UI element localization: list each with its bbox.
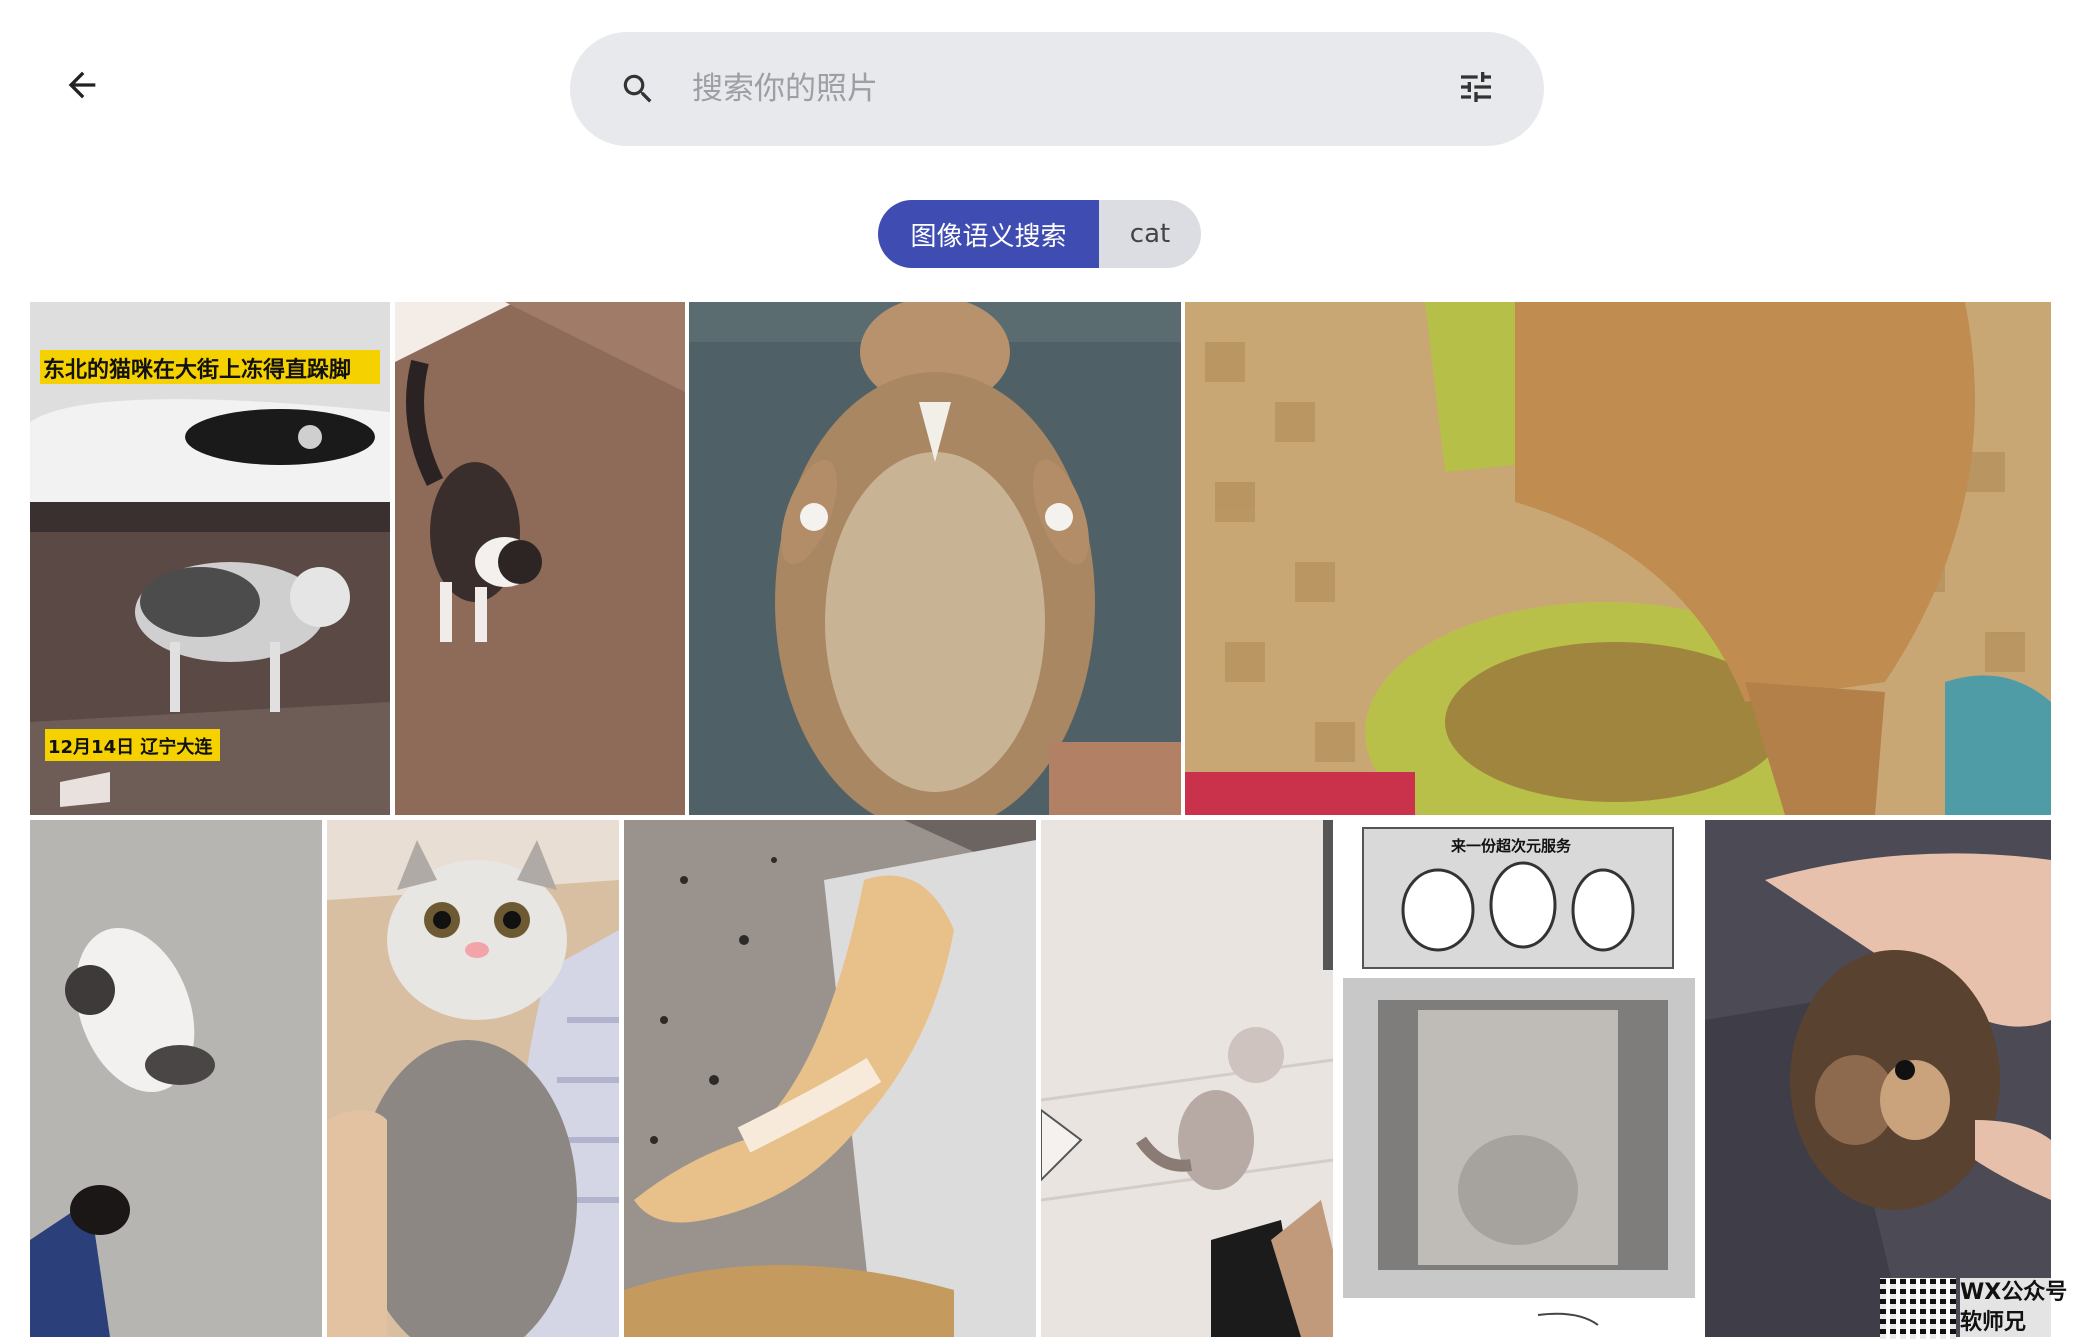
photo-caption-bottom: 12月14日 辽宁大连 — [48, 737, 213, 758]
cat-rolling-image — [30, 820, 322, 1337]
photo-cat-sitting-tiles[interactable] — [1041, 820, 1333, 1337]
photo-cat-on-toilet[interactable] — [1185, 302, 2051, 815]
search-chips: 图像语义搜索 cat — [878, 200, 1201, 268]
photo-cat-stretching-bed[interactable] — [624, 820, 1036, 1337]
watermark-line2: 软师兄 — [1960, 1310, 2027, 1335]
photo-cat-comic-meme[interactable]: 来一份超次元服务 — [1338, 820, 1700, 1337]
search-icon — [614, 65, 662, 113]
photo-cat-street-dalian[interactable]: 东北的猫咪在大街上冻得直跺脚 12月14日 辽宁大连 — [30, 302, 390, 815]
kitten-hand-image — [1705, 820, 2051, 1337]
search-input[interactable] — [690, 58, 1448, 120]
fat-cat-image — [689, 302, 1181, 815]
photo-cat-rolling-floor[interactable] — [30, 820, 322, 1337]
cat-looking-up-image — [327, 820, 619, 1337]
photo-caption-top: 东北的猫咪在大街上冻得直跺脚 — [43, 358, 352, 383]
photo-cat-looking-up[interactable] — [327, 820, 619, 1337]
back-button[interactable] — [50, 55, 114, 119]
photo-cat-walking-floor[interactable] — [395, 302, 685, 815]
watermark-line1: WX公众号 — [1960, 1280, 2068, 1305]
cat-stretching-image — [624, 820, 1036, 1337]
cat-sitting-image — [1041, 820, 1333, 1337]
chip-query-cat[interactable]: cat — [1099, 200, 1201, 268]
photo-kitten-hand[interactable] — [1705, 820, 2051, 1337]
comic-title: 来一份超次元服务 — [1451, 837, 1572, 855]
photo-fat-cat-lying[interactable] — [689, 302, 1181, 815]
filter-button[interactable] — [1448, 61, 1504, 117]
cat-toilet-image — [1185, 302, 2051, 815]
cat-comic-image — [1338, 820, 1700, 1337]
chip-semantic-search[interactable]: 图像语义搜索 — [878, 200, 1099, 268]
tune-icon — [1456, 67, 1496, 111]
cat-walking-image — [395, 302, 685, 815]
qr-code-icon — [1880, 1278, 1956, 1339]
search-bar — [570, 32, 1544, 146]
watermark: WX公众号 软师兄 — [1880, 1278, 2079, 1339]
arrow-left-icon — [62, 65, 102, 109]
